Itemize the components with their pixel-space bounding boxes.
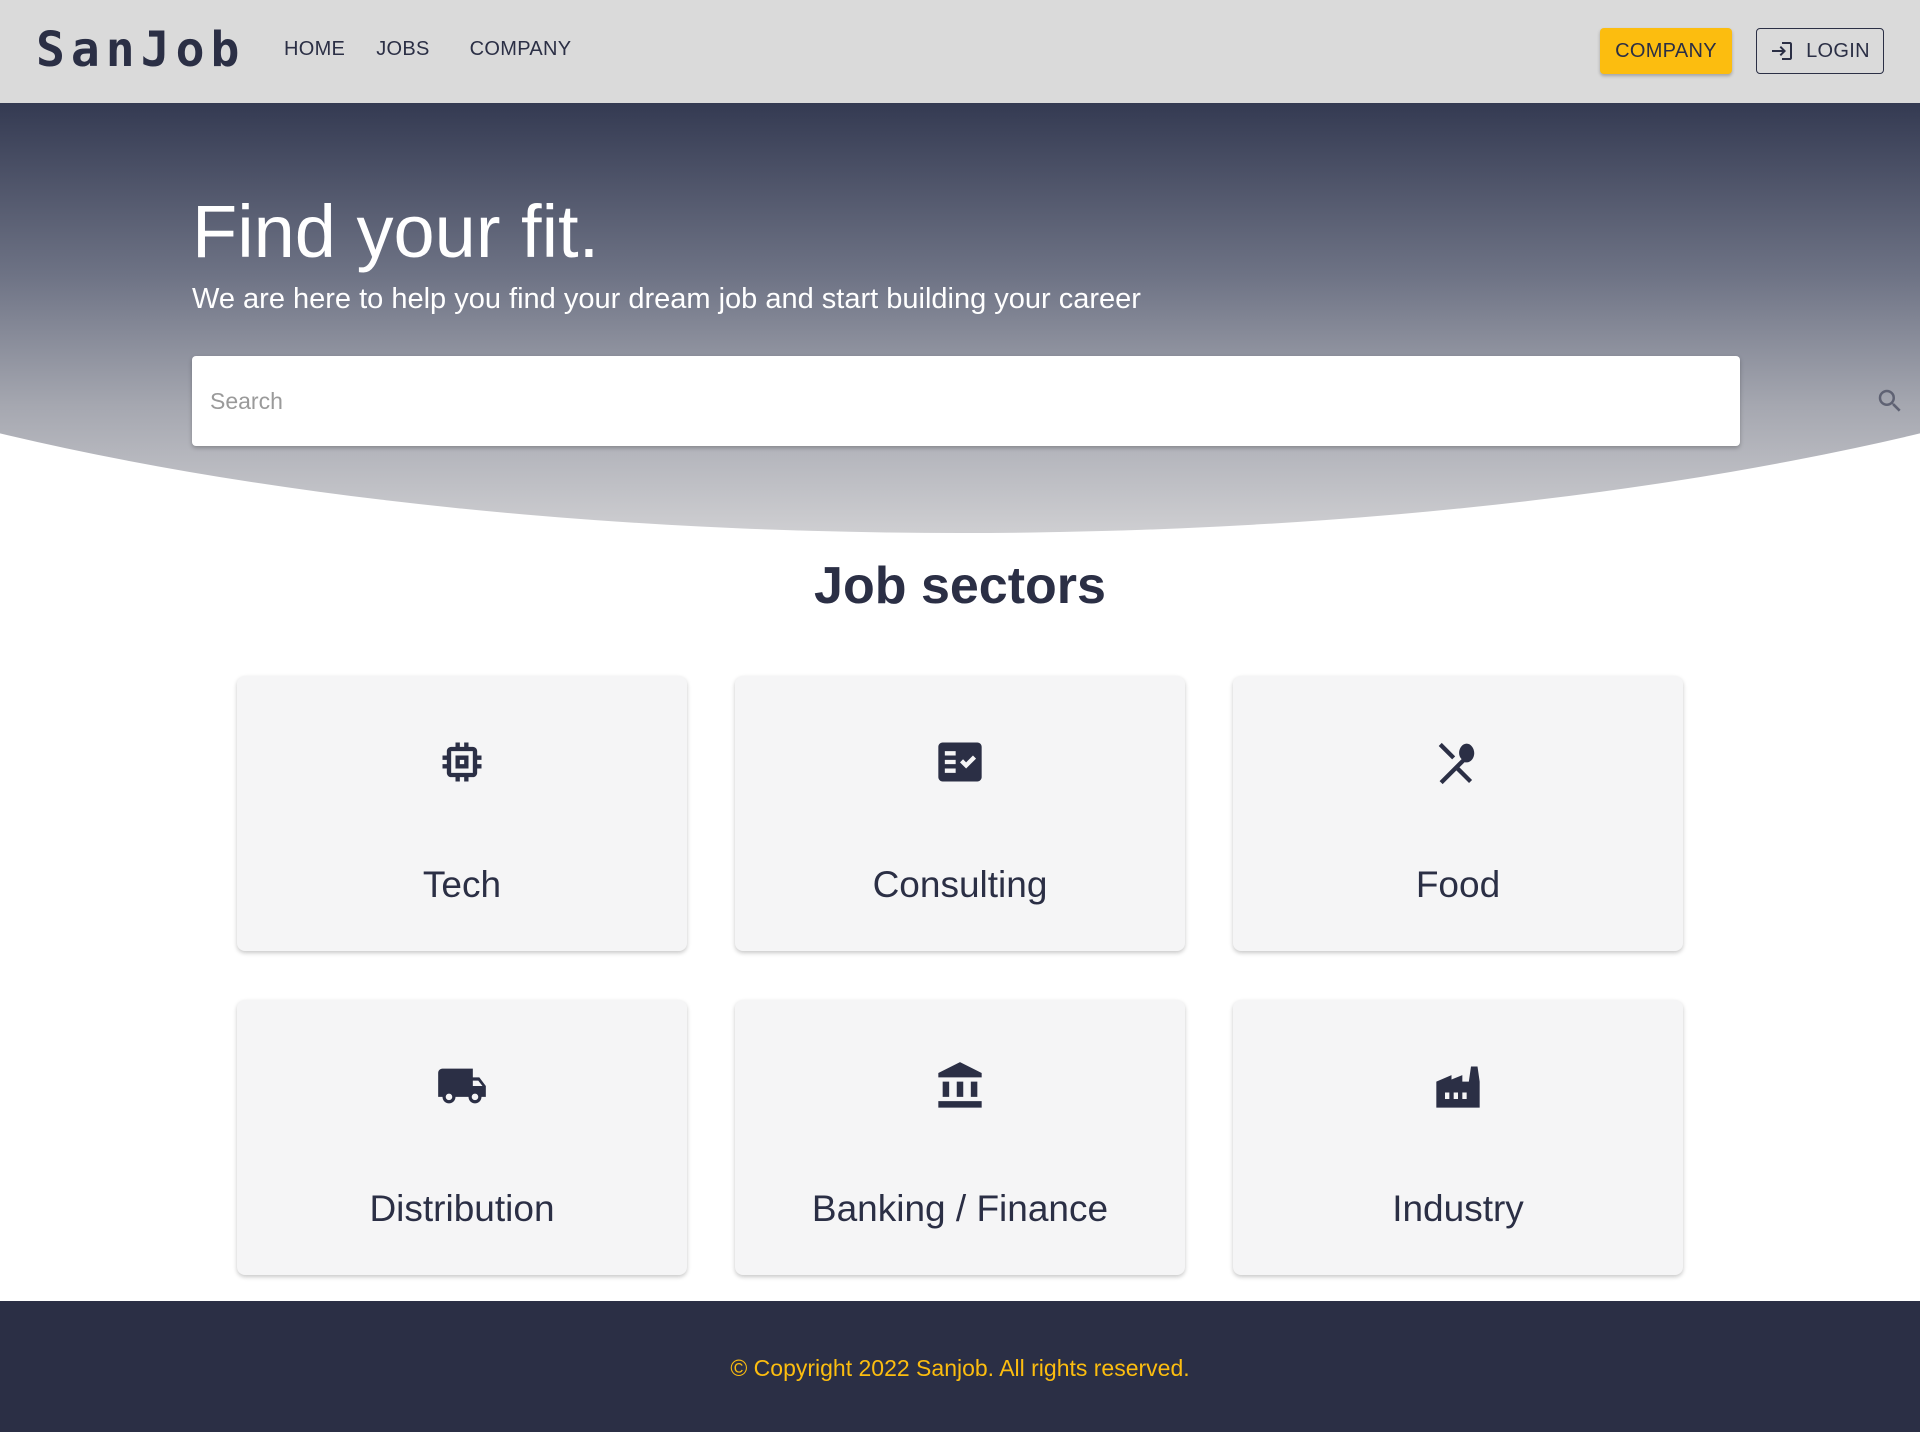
company-button-label: COMPANY — [1615, 39, 1717, 62]
site-footer: © Copyright 2022 Sanjob. All rights rese… — [0, 1301, 1920, 1432]
login-button[interactable]: LOGIN — [1756, 28, 1884, 74]
sector-label: Food — [1415, 864, 1501, 905]
sector-label: Consulting — [872, 864, 1048, 905]
bank-icon — [938, 1062, 982, 1108]
copyright-text: © Copyright 2022 Sanjob. All rights rese… — [730, 1355, 1190, 1381]
truck-icon — [438, 1068, 486, 1104]
sector-label: Tech — [422, 864, 502, 905]
hero-subtitle: We are here to help you find your dream … — [192, 283, 1141, 315]
login-icon — [1772, 42, 1793, 60]
restaurant-icon — [1438, 742, 1475, 785]
sector-card-industry[interactable]: Industry — [1233, 1000, 1683, 1275]
sector-card-distribution[interactable]: Distribution — [237, 1000, 687, 1275]
sector-card-tech[interactable]: Tech — [237, 676, 687, 951]
sector-label: Industry — [1392, 1188, 1524, 1229]
nav-home-link[interactable]: HOME — [284, 38, 345, 61]
hero-section: Find your fit. We are here to help you f… — [0, 103, 1920, 463]
chip-icon — [442, 742, 482, 782]
nav-jobs-link[interactable]: JOBS — [376, 38, 429, 61]
sector-card-banking-finance[interactable]: Banking / Finance — [735, 1000, 1185, 1275]
search-bar — [192, 356, 1901, 446]
site-logo[interactable]: SanJob — [36, 22, 245, 78]
factory-icon — [1436, 1066, 1480, 1108]
search-input[interactable] — [210, 356, 1650, 446]
search-icon[interactable] — [1875, 386, 1905, 416]
sector-label: Distribution — [369, 1188, 555, 1229]
checklist-icon — [938, 742, 982, 782]
job-sectors-title: Job sectors — [814, 557, 1106, 615]
sector-card-consulting[interactable]: Consulting — [735, 676, 1185, 951]
top-navbar: SanJob HOME JOBS COMPANY COMPANY LOGIN — [0, 0, 1920, 103]
sector-card-food[interactable]: Food — [1233, 676, 1683, 951]
login-button-label: LOGIN — [1806, 39, 1870, 62]
main-nav: HOME JOBS COMPANY — [284, 38, 571, 61]
nav-company-link[interactable]: COMPANY — [470, 38, 572, 61]
sector-label: Banking / Finance — [811, 1188, 1109, 1229]
hero-title: Find your fit. — [192, 190, 600, 273]
company-button[interactable]: COMPANY — [1600, 28, 1732, 74]
